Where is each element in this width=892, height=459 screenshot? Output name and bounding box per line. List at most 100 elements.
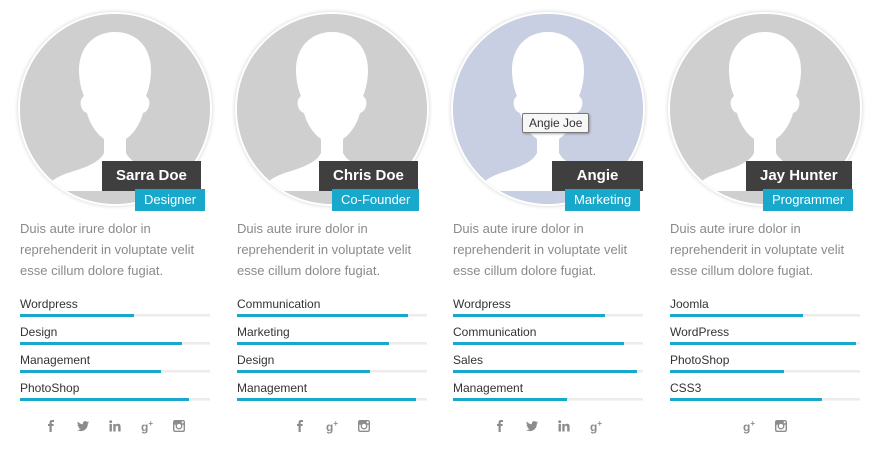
skill-progress-bar xyxy=(670,370,860,373)
skill-progress-fill xyxy=(453,370,638,373)
skill-progress-fill xyxy=(453,314,605,317)
skill-item: Sales xyxy=(453,353,643,381)
skill-item: Management xyxy=(20,353,210,381)
linkedin-icon[interactable] xyxy=(556,418,572,434)
skill-progress-bar xyxy=(237,370,427,373)
skill-item: CSS3 xyxy=(670,381,860,409)
skill-progress-fill xyxy=(670,370,784,373)
skill-label: Wordpress xyxy=(20,297,78,311)
skill-item: Communication xyxy=(237,297,427,325)
member-name: Jay Hunter xyxy=(746,161,852,191)
team-member-card: Angie Joe Marketing Angie Joe Duis aute … xyxy=(453,0,643,438)
skill-label: Sales xyxy=(453,353,484,367)
skill-label: Marketing xyxy=(237,325,290,339)
skill-label: Design xyxy=(20,325,58,339)
skill-label: WordPress xyxy=(670,325,730,339)
skill-progress-bar xyxy=(670,398,860,401)
skill-item: Management xyxy=(237,381,427,409)
avatar-container: Angie Joe Marketing Angie Joe xyxy=(453,0,643,214)
member-description: Duis aute irure dolor in reprehenderit i… xyxy=(670,221,845,278)
twitter-icon[interactable] xyxy=(524,418,540,434)
skill-progress-fill xyxy=(453,342,624,345)
skill-item: Communication xyxy=(453,325,643,353)
skill-label: Communication xyxy=(237,297,321,311)
skill-progress-fill xyxy=(453,398,567,401)
skill-label: Wordpress xyxy=(453,297,511,311)
google-plus-icon[interactable]: g+ xyxy=(139,418,155,434)
google-plus-icon[interactable]: g+ xyxy=(588,418,604,434)
skill-progress-bar xyxy=(237,314,427,317)
skill-label: Design xyxy=(237,353,275,367)
facebook-icon[interactable] xyxy=(292,418,308,434)
skill-progress-fill xyxy=(20,398,190,401)
skills-list: Joomla WordPress PhotoShop CSS3 xyxy=(670,297,860,409)
linkedin-icon[interactable] xyxy=(107,418,123,434)
avatar-container: Sarra Doe Designer xyxy=(20,0,210,212)
twitter-icon[interactable] xyxy=(75,418,91,434)
instagram-icon[interactable] xyxy=(773,418,789,434)
skill-progress-fill xyxy=(237,370,370,373)
instagram-icon[interactable] xyxy=(171,418,187,434)
skill-item: PhotoShop xyxy=(670,353,860,381)
social-links: g+ xyxy=(20,414,210,438)
team-member-card: Sarra Doe Designer Duis aute irure dolor… xyxy=(20,0,210,438)
skills-list: Wordpress Communication Sales Management xyxy=(453,297,643,409)
skill-progress-bar xyxy=(20,342,210,345)
skill-progress-fill xyxy=(20,342,182,345)
member-name: Chris Doe xyxy=(319,161,418,191)
skill-item: Marketing xyxy=(237,325,427,353)
skill-progress-bar xyxy=(237,342,427,345)
skill-progress-bar xyxy=(453,342,643,345)
skill-progress-bar xyxy=(670,314,860,317)
skill-label: Management xyxy=(237,381,308,395)
skill-progress-bar xyxy=(20,370,210,373)
skill-progress-bar xyxy=(20,314,210,317)
member-role-badge: Co-Founder xyxy=(332,189,420,211)
skill-item: Wordpress xyxy=(20,297,210,325)
member-role-badge: Designer xyxy=(135,189,206,211)
skill-item: Wordpress xyxy=(453,297,643,325)
name-tooltip: Angie Joe xyxy=(522,113,590,133)
skill-label: PhotoShop xyxy=(670,353,730,367)
team-member-card: Chris Doe Co-Founder Duis aute irure dol… xyxy=(237,0,427,438)
member-role-badge: Programmer xyxy=(763,189,854,211)
skills-list: Communication Marketing Design Managemen… xyxy=(237,297,427,409)
skill-label: PhotoShop xyxy=(20,381,80,395)
social-links: g+ xyxy=(453,414,643,438)
google-plus-icon[interactable]: g+ xyxy=(324,418,340,434)
instagram-icon[interactable] xyxy=(356,418,372,434)
skill-item: Management xyxy=(453,381,643,409)
skill-progress-fill xyxy=(237,342,389,345)
member-description: Duis aute irure dolor in reprehenderit i… xyxy=(453,221,628,278)
skill-label: Management xyxy=(453,381,524,395)
skill-progress-fill xyxy=(237,398,416,401)
skill-progress-fill xyxy=(670,342,857,345)
skill-progress-bar xyxy=(453,314,643,317)
google-plus-icon[interactable]: g+ xyxy=(741,418,757,434)
member-description: Duis aute irure dolor in reprehenderit i… xyxy=(237,221,412,278)
skill-label: CSS3 xyxy=(670,381,702,395)
social-links: g+ xyxy=(237,414,427,438)
facebook-icon[interactable] xyxy=(492,418,508,434)
facebook-icon[interactable] xyxy=(43,418,59,434)
member-name: Angie Joe xyxy=(552,161,643,214)
skill-progress-fill xyxy=(237,314,408,317)
member-role-badge: Marketing xyxy=(565,189,641,211)
skill-label: Communication xyxy=(453,325,537,339)
skill-progress-bar xyxy=(453,370,643,373)
skill-progress-bar xyxy=(20,398,210,401)
skill-item: Joomla xyxy=(670,297,860,325)
skill-item: Design xyxy=(237,353,427,381)
team-member-card: Jay Hunter Programmer Duis aute irure do… xyxy=(670,0,860,438)
skill-progress-bar xyxy=(670,342,860,345)
member-description: Duis aute irure dolor in reprehenderit i… xyxy=(20,221,195,278)
skill-label: Management xyxy=(20,353,91,367)
avatar-container: Jay Hunter Programmer xyxy=(670,0,860,212)
skill-item: WordPress xyxy=(670,325,860,353)
skill-progress-bar xyxy=(453,398,643,401)
social-links: g+ xyxy=(670,414,860,438)
skill-progress-bar xyxy=(237,398,427,401)
member-name: Sarra Doe xyxy=(102,161,201,191)
skill-progress-fill xyxy=(20,370,161,373)
skill-progress-fill xyxy=(670,314,803,317)
